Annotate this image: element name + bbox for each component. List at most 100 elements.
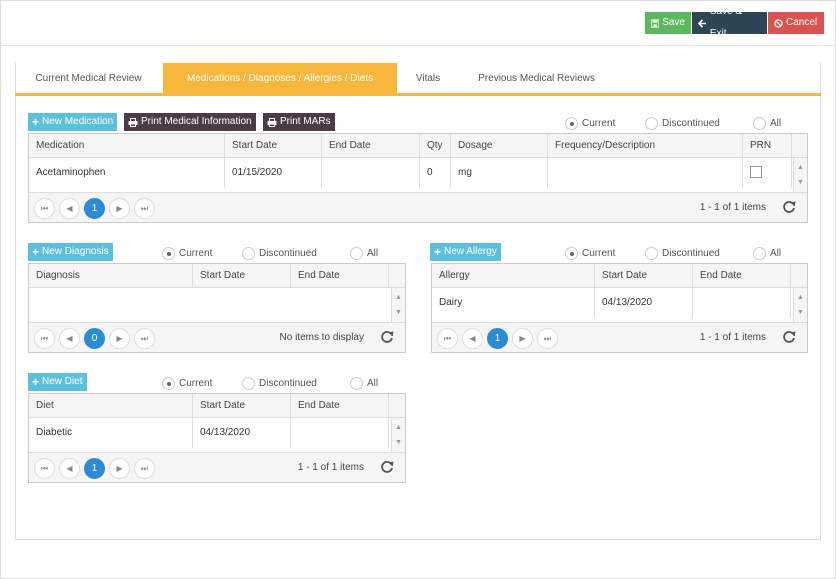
- allergy-filter-current[interactable]: Current: [565, 247, 615, 260]
- refresh-icon[interactable]: [781, 329, 797, 345]
- radio-unselected[interactable]: [645, 117, 658, 130]
- diet-scrollbar[interactable]: ▲ ▼: [391, 418, 405, 452]
- column-header-diagnosis[interactable]: Diagnosis: [29, 264, 193, 288]
- prn-checkbox[interactable]: [750, 166, 762, 178]
- refresh-icon[interactable]: [781, 199, 797, 215]
- tab-previous-medical-reviews[interactable]: Previous Medical Reviews: [459, 63, 614, 93]
- radio-unselected[interactable]: [645, 247, 658, 260]
- diet-filter-discontinued[interactable]: Discontinued: [242, 377, 317, 390]
- medications-filter-all[interactable]: All: [753, 117, 781, 130]
- cell-start-date: 04/13/2020: [193, 418, 291, 448]
- column-header-prn[interactable]: PRN: [743, 134, 792, 158]
- column-header-start-date[interactable]: Start Date: [595, 264, 693, 288]
- radio-unselected[interactable]: [242, 247, 255, 260]
- column-header-allergy[interactable]: Allergy: [432, 264, 595, 288]
- column-header-end-date[interactable]: End Date: [322, 134, 420, 158]
- scroll-down-icon[interactable]: ▼: [395, 439, 402, 446]
- radio-unselected[interactable]: [753, 247, 766, 260]
- current-page-indicator[interactable]: 0: [84, 328, 105, 349]
- radio-selected[interactable]: [565, 247, 578, 260]
- diagnosis-filter-all[interactable]: All: [350, 247, 378, 260]
- save-exit-button[interactable]: Save & Exit: [692, 6, 767, 39]
- radio-unselected[interactable]: [350, 247, 363, 260]
- column-header-end-date[interactable]: End Date: [291, 394, 389, 418]
- radio-unselected[interactable]: [242, 377, 255, 390]
- last-page-button[interactable]: ⏭: [537, 328, 558, 349]
- radio-selected[interactable]: [162, 377, 175, 390]
- print-mars-button[interactable]: Print MARs: [263, 113, 335, 131]
- column-header-start-date[interactable]: Start Date: [193, 394, 291, 418]
- print-medical-information-button[interactable]: Print Medical Information: [124, 113, 256, 131]
- medications-scrollbar[interactable]: ▲ ▼: [793, 158, 807, 192]
- allergy-scrollbar[interactable]: ▲ ▼: [793, 288, 807, 322]
- cancel-button[interactable]: Cancel: [768, 12, 824, 34]
- column-header-frequency-description[interactable]: Frequency/Description: [548, 134, 743, 158]
- prev-page-button[interactable]: ◀: [59, 198, 80, 219]
- prev-page-button[interactable]: ◀: [59, 328, 80, 349]
- next-page-button[interactable]: ▶: [512, 328, 533, 349]
- tab-current-medical-review[interactable]: Current Medical Review: [15, 63, 162, 93]
- new-medication-button[interactable]: + New Medication: [28, 113, 118, 131]
- medications-filter-discontinued[interactable]: Discontinued: [645, 117, 720, 130]
- prev-page-button[interactable]: ◀: [59, 458, 80, 479]
- medications-filter-current[interactable]: Current: [565, 117, 615, 130]
- diet-filter-all[interactable]: All: [350, 377, 378, 390]
- refresh-icon[interactable]: [379, 459, 395, 475]
- table-row[interactable]: Acetaminophen 01/15/2020 0 mg: [29, 158, 794, 188]
- cell-start-date: 04/13/2020: [595, 288, 693, 318]
- column-header-qty[interactable]: Qty: [420, 134, 451, 158]
- first-page-button[interactable]: ⏮: [34, 328, 55, 349]
- refresh-icon[interactable]: [379, 329, 395, 345]
- next-page-button[interactable]: ▶: [109, 328, 130, 349]
- next-page-button[interactable]: ▶: [109, 198, 130, 219]
- diet-filter-current[interactable]: Current: [162, 377, 212, 390]
- column-header-medication[interactable]: Medication: [29, 134, 225, 158]
- radio-unselected[interactable]: [753, 117, 766, 130]
- table-row[interactable]: Dairy 04/13/2020: [432, 288, 794, 318]
- scroll-down-icon[interactable]: ▼: [797, 179, 804, 186]
- tab-vitals[interactable]: Vitals: [397, 63, 459, 93]
- cell-end-date: [322, 158, 420, 188]
- last-page-button[interactable]: ⏭: [134, 458, 155, 479]
- current-page-indicator[interactable]: 1: [84, 198, 105, 219]
- diagnosis-filter-current[interactable]: Current: [162, 247, 212, 260]
- last-page-button[interactable]: ⏭: [134, 198, 155, 219]
- column-header-start-date[interactable]: Start Date: [193, 264, 291, 288]
- column-header-start-date[interactable]: Start Date: [225, 134, 322, 158]
- first-page-button[interactable]: ⏮: [34, 198, 55, 219]
- first-page-button[interactable]: ⏮: [34, 458, 55, 479]
- allergy-filter-discontinued[interactable]: Discontinued: [645, 247, 720, 260]
- current-page-indicator[interactable]: 1: [84, 458, 105, 479]
- column-header-end-date[interactable]: End Date: [291, 264, 389, 288]
- diagnosis-scrollbar[interactable]: ▲ ▼: [391, 288, 405, 322]
- column-header-end-date[interactable]: End Date: [693, 264, 791, 288]
- scroll-down-icon[interactable]: ▼: [395, 309, 402, 316]
- new-diagnosis-button[interactable]: + New Diagnosis: [28, 243, 113, 261]
- allergy-filter-all[interactable]: All: [753, 247, 781, 260]
- radio-unselected[interactable]: [350, 377, 363, 390]
- table-row[interactable]: Diabetic 04/13/2020: [29, 418, 392, 448]
- current-page-indicator[interactable]: 1: [487, 328, 508, 349]
- plus-icon: +: [32, 115, 40, 129]
- scroll-down-icon[interactable]: ▼: [797, 309, 804, 316]
- first-page-button[interactable]: ⏮: [437, 328, 458, 349]
- column-header-diet[interactable]: Diet: [29, 394, 193, 418]
- scroll-up-icon[interactable]: ▲: [395, 294, 402, 301]
- diagnosis-filter-discontinued[interactable]: Discontinued: [242, 247, 317, 260]
- scroll-up-icon[interactable]: ▲: [797, 164, 804, 171]
- save-button[interactable]: Save: [645, 12, 691, 34]
- prev-page-button[interactable]: ◀: [462, 328, 483, 349]
- scroll-up-icon[interactable]: ▲: [797, 294, 804, 301]
- diet-grid: Diet Start Date End Date Diabetic 04/13/…: [28, 393, 406, 483]
- tab-medications-diagnoses-allergies-diets[interactable]: Medications / Diagnoses / Allergies / Di…: [163, 63, 397, 93]
- diet-grid-header: Diet Start Date End Date: [29, 394, 405, 418]
- column-header-dosage[interactable]: Dosage: [451, 134, 548, 158]
- new-allergy-button[interactable]: + New Allergy: [430, 243, 501, 261]
- scroll-up-icon[interactable]: ▲: [395, 424, 402, 431]
- floppy-icon: [651, 18, 660, 28]
- radio-selected[interactable]: [162, 247, 175, 260]
- next-page-button[interactable]: ▶: [109, 458, 130, 479]
- radio-selected[interactable]: [565, 117, 578, 130]
- last-page-button[interactable]: ⏭: [134, 328, 155, 349]
- new-diet-button[interactable]: + New Diet: [28, 373, 87, 391]
